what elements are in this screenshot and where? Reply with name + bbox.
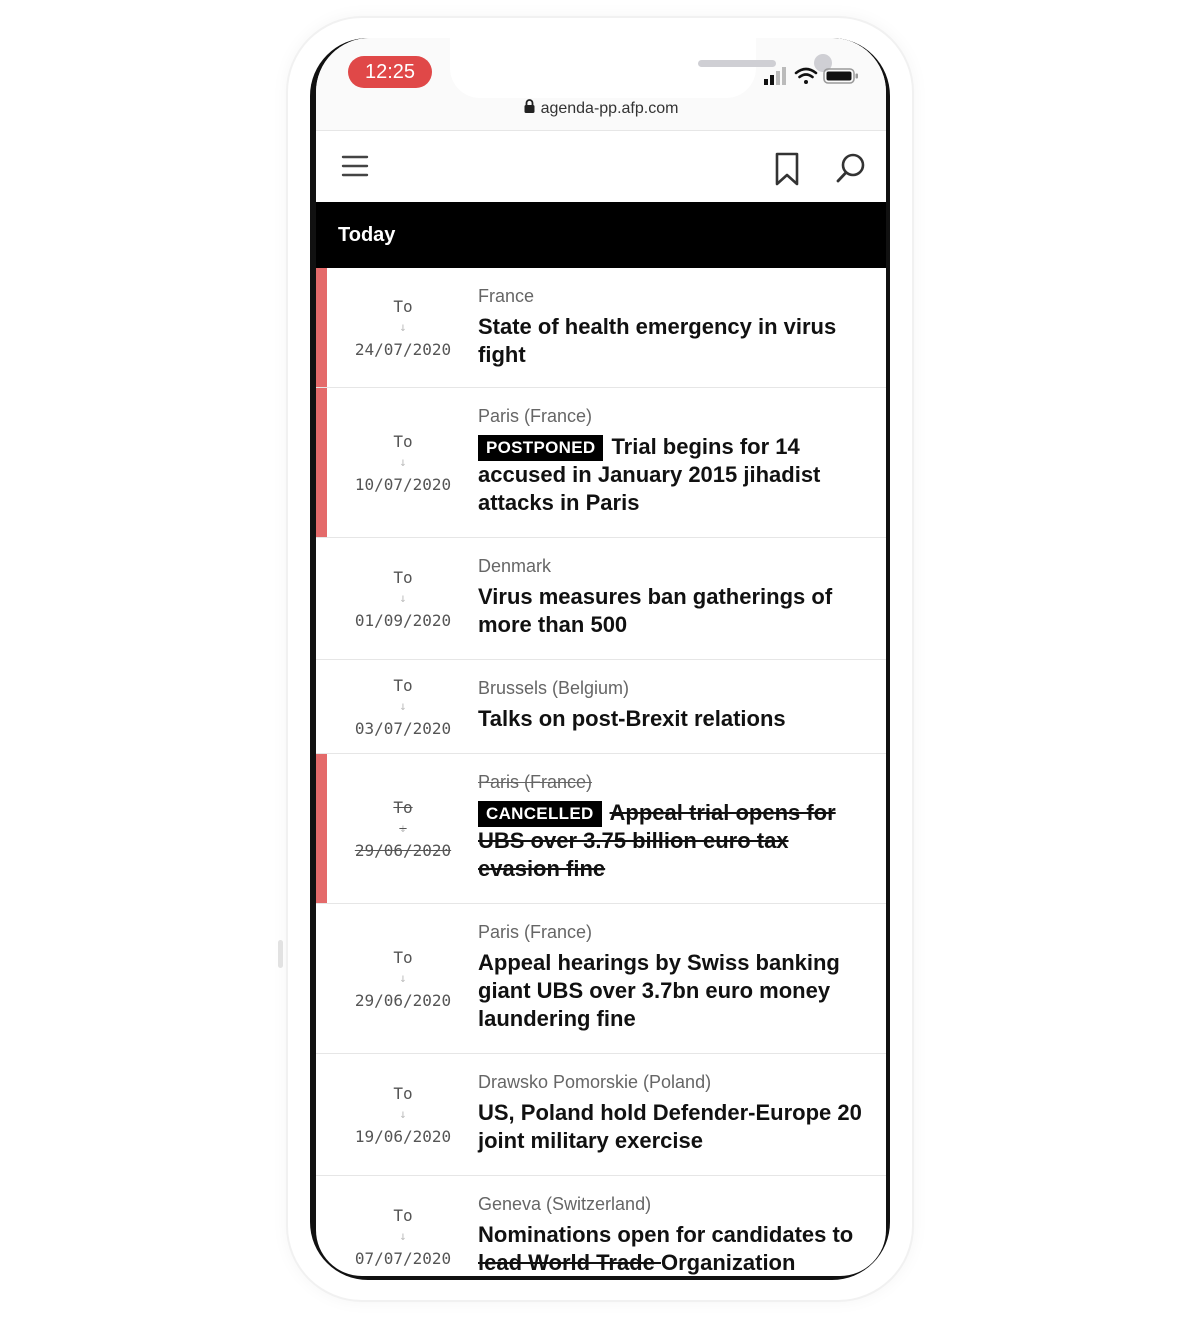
agenda-item[interactable]: To ↓ 10/07/2020 Paris (France) POSTPONED…	[316, 388, 886, 538]
arrow-down-icon: ↓	[399, 1228, 407, 1243]
event-location: Paris (France)	[478, 406, 593, 426]
end-date: 24/07/2020	[354, 339, 452, 359]
hamburger-icon[interactable]	[340, 153, 370, 179]
arrow-down-icon: ↓	[399, 698, 407, 713]
event-title-part: Organization	[660, 1250, 796, 1275]
to-label: To	[393, 1083, 413, 1103]
end-date: 29/06/2020	[354, 840, 452, 860]
status-time: 12:25	[348, 56, 432, 88]
agenda-item[interactable]: To ↓ 19/06/2020 Drawsko Pomorskie (Polan…	[316, 1054, 886, 1176]
to-label: To	[393, 296, 413, 316]
agenda-item-cancelled[interactable]: To ↓ 29/06/2020 Paris (France) CANCELLED…	[316, 754, 886, 904]
section-title: Today	[316, 202, 886, 268]
bookmark-icon[interactable]	[772, 151, 802, 187]
phone-screen: 12:25 agenda-pp.afp.com Today To ↓ 24/07…	[316, 38, 886, 1276]
url-text: agenda-pp.afp.com	[540, 100, 679, 118]
phone-side-button	[278, 940, 283, 968]
signal-icon	[764, 67, 786, 85]
agenda-item[interactable]: To ↓ 01/09/2020 Denmark Virus measures b…	[316, 538, 886, 660]
arrow-down-icon: ↓	[399, 970, 407, 985]
event-location: Geneva (Switzerland)	[478, 1194, 652, 1214]
event-title[interactable]: Appeal hearings by Swiss banking giant U…	[478, 949, 868, 1033]
event-title-struck-part: lead World Trade	[478, 1250, 661, 1275]
event-title[interactable]: Nominations open for candidates to lead …	[478, 1221, 868, 1276]
event-title[interactable]: US, Poland hold Defender-Europe 20 joint…	[478, 1099, 868, 1155]
end-date: 07/07/2020	[354, 1248, 452, 1268]
status-badge-postponed: POSTPONED	[478, 435, 604, 462]
date-range: To ↓ 19/06/2020	[328, 1054, 478, 1175]
end-date: 19/06/2020	[354, 1126, 452, 1146]
phone-frame: 12:25 agenda-pp.afp.com Today To ↓ 24/07…	[310, 38, 890, 1280]
agenda-item[interactable]: To ↓ 29/06/2020 Paris (France) Appeal he…	[316, 904, 886, 1054]
event-location: Denmark	[478, 556, 552, 576]
top-navigation	[316, 130, 886, 204]
arrow-down-icon: ↓	[399, 319, 407, 334]
event-title[interactable]: Virus measures ban gatherings of more th…	[478, 583, 868, 639]
event-title-part: Nominations open for candidates to	[478, 1222, 854, 1247]
date-range: To ↓ 01/09/2020	[328, 538, 478, 659]
agenda-list: To ↓ 24/07/2020 France State of health e…	[316, 268, 886, 1276]
agenda-item[interactable]: To ↓ 24/07/2020 France State of health e…	[316, 268, 886, 388]
to-label: To	[393, 947, 413, 967]
event-location: France	[478, 286, 535, 306]
end-date: 10/07/2020	[354, 474, 452, 494]
to-label: To	[393, 797, 413, 817]
event-location: Paris (France)	[478, 922, 593, 942]
lock-icon	[524, 94, 535, 124]
search-icon[interactable]	[834, 151, 868, 185]
to-label: To	[393, 675, 413, 695]
status-icons	[762, 64, 862, 88]
arrow-down-icon: ↓	[399, 1106, 407, 1121]
date-range: To ↓ 03/07/2020	[328, 660, 478, 753]
end-date: 29/06/2020	[354, 990, 452, 1010]
status-badge-cancelled: CANCELLED	[478, 801, 602, 828]
date-range: To ↓ 24/07/2020	[328, 268, 478, 387]
wifi-icon	[794, 67, 818, 84]
date-range: To ↓ 10/07/2020	[328, 388, 478, 537]
end-date: 03/07/2020	[354, 718, 452, 738]
arrow-down-icon: ↓	[399, 454, 407, 469]
end-date: 01/09/2020	[354, 610, 452, 630]
event-location: Paris (France)	[478, 772, 593, 792]
to-label: To	[393, 1205, 413, 1225]
url-bar[interactable]: agenda-pp.afp.com	[316, 94, 886, 124]
event-title[interactable]: Talks on post-Brexit relations	[478, 705, 868, 733]
arrow-down-icon: ↓	[399, 820, 407, 835]
agenda-item[interactable]: To ↓ 07/07/2020 Geneva (Switzerland) Nom…	[316, 1176, 886, 1276]
battery-icon	[823, 68, 858, 84]
to-label: To	[393, 431, 413, 451]
agenda-item[interactable]: To ↓ 03/07/2020 Brussels (Belgium) Talks…	[316, 660, 886, 754]
to-label: To	[393, 567, 413, 587]
notch	[450, 38, 832, 98]
event-location: Brussels (Belgium)	[478, 678, 630, 698]
event-location: Drawsko Pomorskie (Poland)	[478, 1072, 712, 1092]
status-bar: 12:25 agenda-pp.afp.com	[316, 38, 886, 134]
date-range: To ↓ 07/07/2020	[328, 1176, 478, 1276]
event-title[interactable]: State of health emergency in virus fight	[478, 313, 868, 369]
date-range: To ↓ 29/06/2020	[328, 904, 478, 1053]
arrow-down-icon: ↓	[399, 590, 407, 605]
date-range: To ↓ 29/06/2020	[328, 754, 478, 903]
